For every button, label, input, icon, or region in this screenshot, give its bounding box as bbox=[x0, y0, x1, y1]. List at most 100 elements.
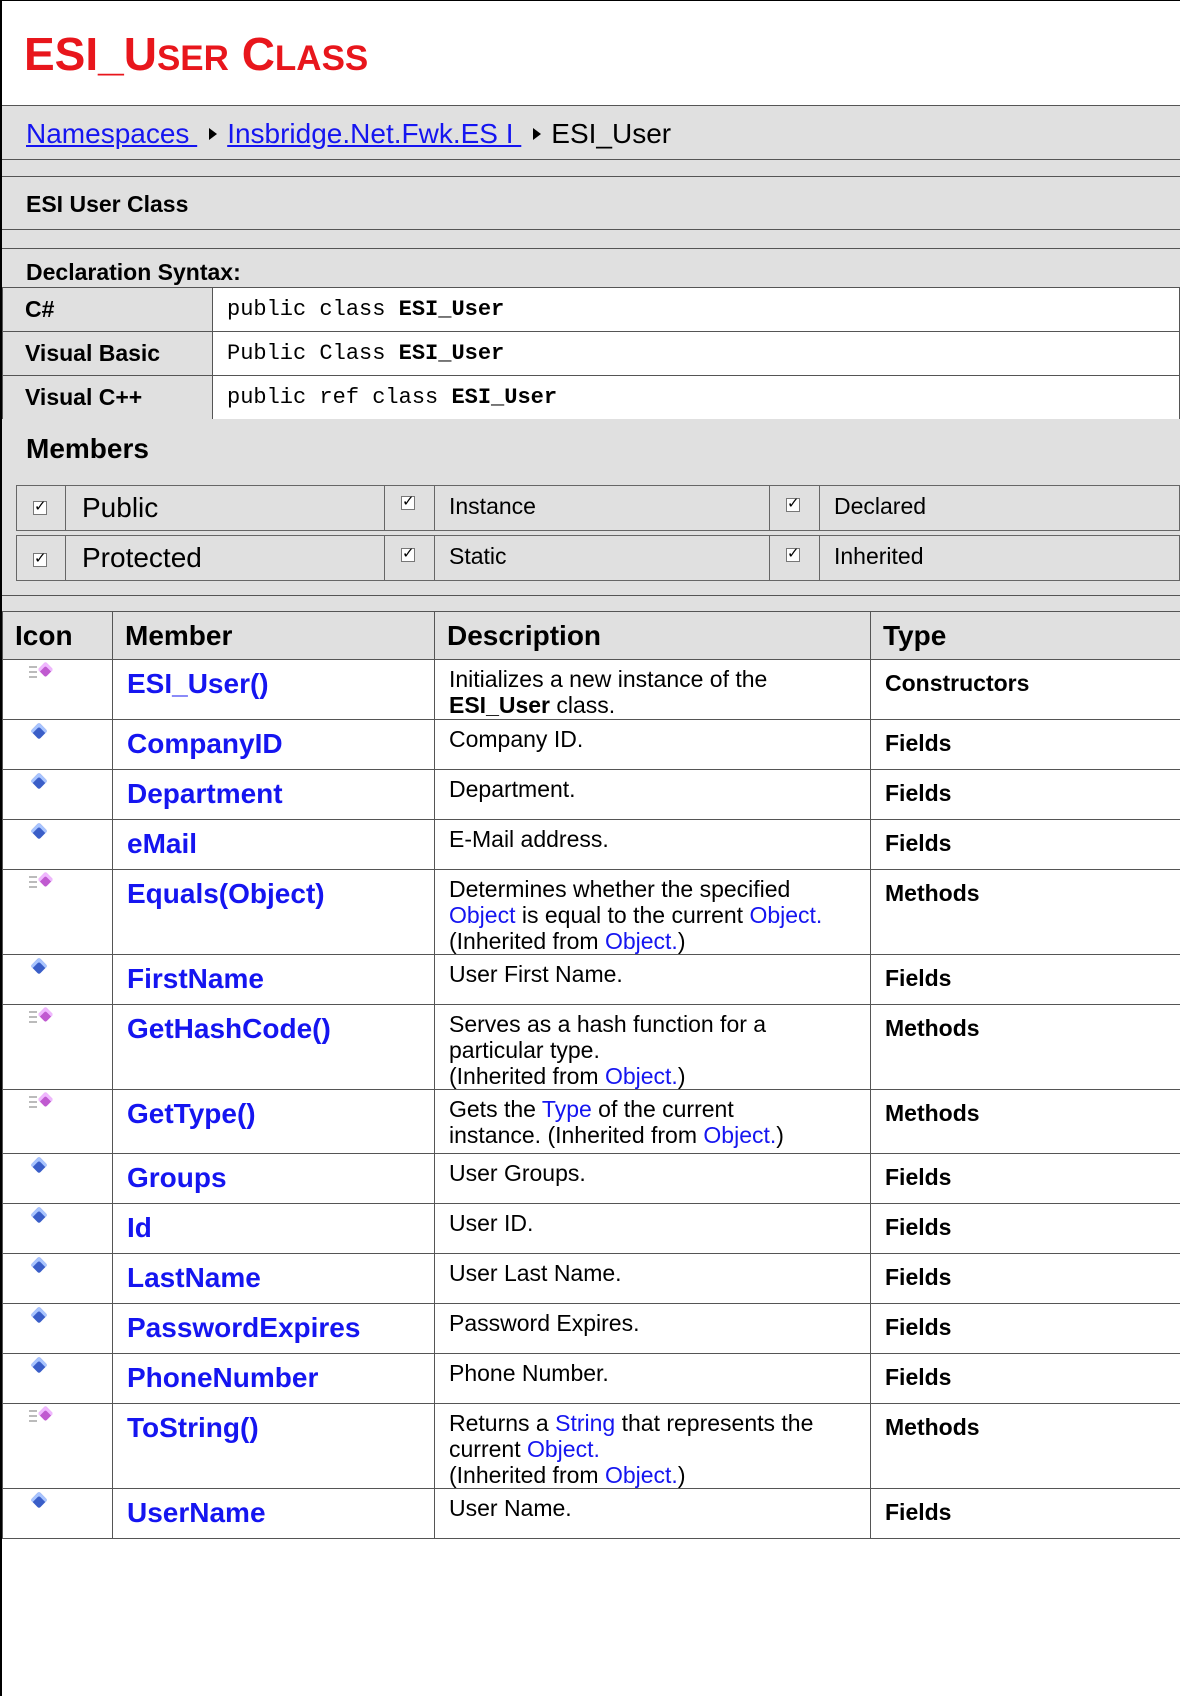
description-text: Password Expires. bbox=[449, 1310, 640, 1336]
member-type: Fields bbox=[870, 769, 1180, 820]
syntax-code: Public Class ESI_User bbox=[212, 331, 1180, 376]
description-text: Company ID. bbox=[449, 726, 584, 752]
member-icon-cell bbox=[2, 1253, 113, 1304]
table-row: CompanyID Company ID. Fields bbox=[2, 719, 1180, 770]
checkbox-checked-icon[interactable] bbox=[401, 492, 415, 510]
member-name-link[interactable]: Id bbox=[112, 1203, 435, 1254]
member-name-link[interactable]: CompanyID bbox=[112, 719, 435, 770]
filter-public-checkbox-cell[interactable] bbox=[16, 485, 66, 531]
member-icon-cell bbox=[2, 1488, 113, 1539]
table-row: Equals(Object) Determines whether the spe… bbox=[2, 869, 1180, 955]
breadcrumb-arrow-icon bbox=[533, 127, 542, 140]
description-text: (Inherited from bbox=[449, 1462, 605, 1488]
description-text: instance. (Inherited from bbox=[449, 1122, 704, 1148]
syntax-lang: Visual Basic bbox=[2, 331, 213, 376]
table-row: Id User ID. Fields bbox=[2, 1203, 1180, 1254]
description-link[interactable]: Object. bbox=[703, 1122, 776, 1148]
filter-static-checkbox-cell[interactable] bbox=[384, 535, 435, 581]
member-description: Serves as a hash function for a particul… bbox=[434, 1004, 871, 1090]
syntax-code: public ref class ESI_User bbox=[212, 375, 1180, 420]
description-text: particular type. bbox=[449, 1037, 600, 1063]
table-row: eMail E-Mail address. Fields bbox=[2, 819, 1180, 870]
table-row: UserName User Name. Fields bbox=[2, 1488, 1180, 1539]
description-link[interactable]: Object. bbox=[749, 902, 822, 928]
member-name-link[interactable]: PasswordExpires bbox=[112, 1303, 435, 1354]
syntax-row: Visual C++ public ref class ESI_User bbox=[2, 375, 1180, 420]
members-heading-bar: Members bbox=[2, 419, 1180, 485]
column-header-type: Type bbox=[870, 611, 1180, 660]
member-name-link[interactable]: LastName bbox=[112, 1253, 435, 1304]
member-name-link[interactable]: GetHashCode() bbox=[112, 1004, 435, 1090]
breadcrumb: Namespaces Insbridge.Net.Fwk.ES I ESI_Us… bbox=[2, 105, 1180, 159]
field-icon bbox=[30, 1306, 48, 1324]
checkbox-checked-icon[interactable] bbox=[401, 544, 415, 562]
filter-instance-checkbox-cell[interactable] bbox=[384, 485, 435, 531]
description-text: User Name. bbox=[449, 1495, 572, 1521]
members-header-row: Icon Member Description Type bbox=[2, 611, 1180, 660]
member-name-link[interactable]: UserName bbox=[112, 1488, 435, 1539]
breadcrumb-link-namespace[interactable]: Insbridge.Net.Fwk.ES I bbox=[227, 118, 521, 149]
member-description: Gets the Type of the current instance. (… bbox=[434, 1089, 871, 1154]
description-link[interactable]: Type bbox=[542, 1096, 592, 1122]
member-name-link[interactable]: ToString() bbox=[112, 1403, 435, 1489]
table-row: PhoneNumber Phone Number. Fields bbox=[2, 1353, 1180, 1404]
table-row: ToString() Returns a String that represen… bbox=[2, 1403, 1180, 1489]
filter-inherited-label-cell: Inherited bbox=[819, 535, 1180, 581]
description-link[interactable]: Object. bbox=[605, 928, 678, 954]
member-name-link[interactable]: FirstName bbox=[112, 954, 435, 1005]
member-description: User Last Name. bbox=[434, 1253, 871, 1304]
member-type: Methods bbox=[870, 1089, 1180, 1154]
description-link[interactable]: String bbox=[555, 1410, 615, 1436]
member-description: Phone Number. bbox=[434, 1353, 871, 1404]
spacer-bar bbox=[2, 229, 1180, 248]
field-icon bbox=[30, 1156, 48, 1174]
checkbox-checked-icon[interactable] bbox=[33, 497, 47, 515]
member-type: Fields bbox=[870, 819, 1180, 870]
filter-instance-label-cell: Instance bbox=[434, 485, 770, 531]
description-link[interactable]: Object. bbox=[527, 1436, 600, 1462]
description-text: User Groups. bbox=[449, 1160, 586, 1186]
checkbox-checked-icon[interactable] bbox=[33, 549, 47, 567]
description-link[interactable]: Object. bbox=[605, 1063, 678, 1089]
member-icon-cell bbox=[2, 769, 113, 820]
member-description: Determines whether the specified Object … bbox=[434, 869, 871, 955]
member-name-link[interactable]: PhoneNumber bbox=[112, 1353, 435, 1404]
method-icon bbox=[29, 1006, 54, 1025]
table-row: Department Department. Fields bbox=[2, 769, 1180, 820]
table-row: ESI_User() Initializes a new instance of … bbox=[2, 659, 1180, 720]
spacer-bar bbox=[2, 595, 1180, 611]
description-text: ) bbox=[677, 1462, 686, 1488]
member-icon-cell bbox=[2, 1153, 113, 1204]
filter-inherited-label: Inherited bbox=[834, 543, 924, 569]
description-link[interactable]: Object bbox=[449, 902, 515, 928]
checkbox-checked-icon[interactable] bbox=[786, 544, 800, 562]
member-name-link[interactable]: Department bbox=[112, 769, 435, 820]
member-type: Constructors bbox=[870, 659, 1180, 720]
members-table: Icon Member Description Type ESI_User() I… bbox=[2, 611, 1180, 1539]
member-description: Password Expires. bbox=[434, 1303, 871, 1354]
member-name-link[interactable]: Equals(Object) bbox=[112, 869, 435, 955]
filter-protected-label: Protected bbox=[82, 542, 202, 573]
member-name-link[interactable]: ESI_User() bbox=[112, 659, 435, 720]
member-icon-cell bbox=[2, 719, 113, 770]
member-icon-cell bbox=[2, 954, 113, 1005]
filter-inherited-checkbox-cell[interactable] bbox=[769, 535, 820, 581]
description-text: class. bbox=[550, 692, 616, 718]
checkbox-checked-icon[interactable] bbox=[786, 494, 800, 512]
filter-declared-checkbox-cell[interactable] bbox=[769, 485, 820, 531]
filter-protected-checkbox-cell[interactable] bbox=[16, 535, 66, 581]
table-row: PasswordExpires Password Expires. Fields bbox=[2, 1303, 1180, 1354]
member-description: Department. bbox=[434, 769, 871, 820]
member-name-link[interactable]: Groups bbox=[112, 1153, 435, 1204]
description-text: ) bbox=[677, 928, 686, 954]
description-link[interactable]: Object. bbox=[605, 1462, 678, 1488]
member-description: User ID. bbox=[434, 1203, 871, 1254]
breadcrumb-link-namespaces[interactable]: Namespaces bbox=[26, 118, 197, 149]
member-name-link[interactable]: eMail bbox=[112, 819, 435, 870]
filter-declared-label-cell: Declared bbox=[819, 485, 1180, 531]
member-icon-cell bbox=[2, 1089, 113, 1154]
member-icon-cell bbox=[2, 1403, 113, 1489]
description-text: Returns a bbox=[449, 1410, 556, 1436]
member-name-link[interactable]: GetType() bbox=[112, 1089, 435, 1154]
member-icon-cell bbox=[2, 1004, 113, 1090]
